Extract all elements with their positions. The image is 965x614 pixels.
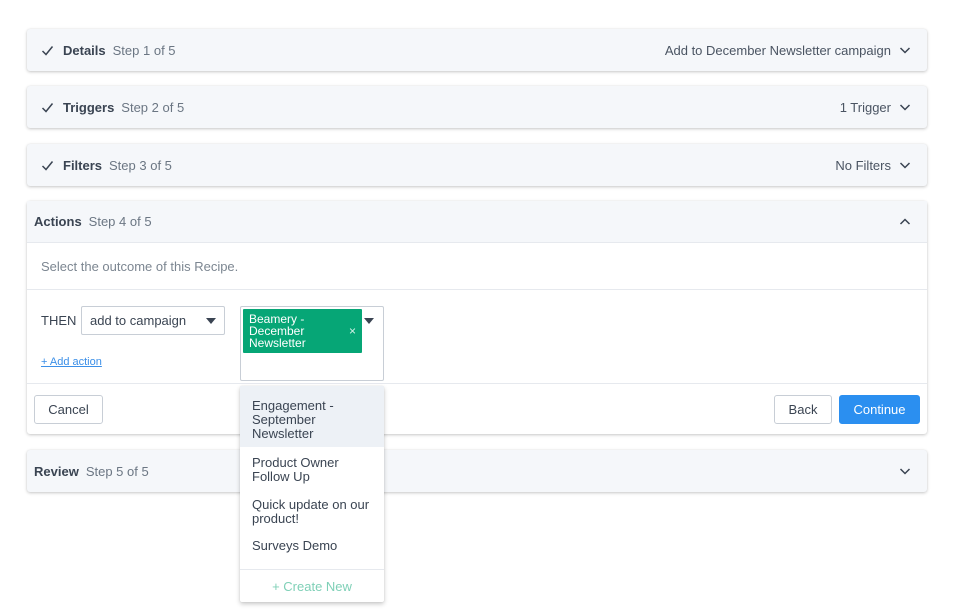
step-summary-text: No Filters (835, 157, 891, 173)
actions-description: Select the outcome of this Recipe. (27, 243, 927, 290)
step-summary-text: Add to December Newsletter campaign (664, 42, 891, 58)
check-icon (41, 44, 54, 57)
chevron-down-icon[interactable] (899, 465, 911, 477)
step-title: Filters (63, 157, 103, 173)
check-icon (41, 101, 54, 114)
step-subtitle: Step 2 of 5 (121, 99, 185, 115)
step-subtitle: Step 4 of 5 (88, 214, 152, 229)
actions-body: THEN add to campaign Beamery - December … (27, 290, 927, 384)
selected-campaign-tag: Beamery - December Newsletter × (243, 309, 362, 353)
then-label: THEN (41, 313, 77, 328)
step-triggers-header[interactable]: Triggers Step 2 of 5 1 Trigger (27, 86, 927, 128)
step-filters-header[interactable]: Filters Step 3 of 5 No Filters (27, 144, 927, 186)
step-subtitle: Step 5 of 5 (85, 463, 149, 479)
step-summary: Add to December Newsletter campaign (665, 43, 911, 58)
dropdown-option[interactable]: Engagement - September Newsletter (240, 386, 384, 447)
step-title: Actions (34, 214, 82, 229)
close-icon[interactable]: × (349, 325, 356, 337)
dropdown-option[interactable]: Surveys Demo (240, 531, 384, 570)
campaign-multiselect[interactable]: Beamery - December Newsletter × (240, 306, 384, 381)
step-subtitle: Step 1 of 5 (112, 42, 176, 58)
action-type-select[interactable]: add to campaign (81, 306, 225, 335)
cancel-button[interactable]: Cancel (34, 395, 103, 424)
step-details-header[interactable]: Details Step 1 of 5 Add to December News… (27, 29, 927, 71)
create-new-option[interactable]: + Create New (240, 569, 384, 602)
continue-button[interactable]: Continue (839, 395, 920, 424)
step-summary (891, 216, 911, 228)
add-action-link[interactable]: + Add action (41, 356, 102, 368)
step-review[interactable]: Review Step 5 of 5 (27, 450, 927, 492)
selected-campaign-label: Beamery - December Newsletter (249, 312, 306, 350)
chevron-up-icon[interactable] (899, 216, 911, 228)
step-summary (891, 465, 911, 477)
campaign-dropdown-list: Engagement - September Newsletter Produc… (240, 386, 384, 602)
step-filters[interactable]: Filters Step 3 of 5 No Filters (27, 144, 927, 186)
step-review-header[interactable]: Review Step 5 of 5 (27, 450, 927, 492)
step-subtitle: Step 3 of 5 (109, 157, 172, 173)
chevron-down-icon[interactable] (899, 101, 911, 113)
step-triggers[interactable]: Triggers Step 2 of 5 1 Trigger (27, 86, 927, 128)
dropdown-option[interactable]: Product Owner Follow Up (240, 447, 384, 489)
action-type-value: add to campaign (90, 313, 187, 328)
back-button[interactable]: Back (774, 395, 832, 424)
dropdown-option[interactable]: Quick update on our product! (240, 489, 384, 531)
step-summary: 1 Trigger (840, 100, 911, 115)
caret-down-icon[interactable] (364, 318, 374, 324)
step-title: Triggers (63, 99, 115, 115)
chevron-down-icon[interactable] (899, 159, 911, 171)
actions-footer: Cancel Back Continue (27, 384, 927, 434)
step-actions-header[interactable]: Actions Step 4 of 5 (27, 201, 927, 243)
check-icon (41, 159, 54, 172)
chevron-down-icon[interactable] (899, 44, 911, 56)
step-title: Details (63, 42, 106, 58)
caret-down-icon (206, 318, 216, 324)
step-summary: No Filters (835, 158, 911, 173)
step-title: Review (34, 463, 79, 479)
step-details[interactable]: Details Step 1 of 5 Add to December News… (27, 29, 927, 71)
step-summary-text: 1 Trigger (839, 99, 891, 115)
step-actions: Actions Step 4 of 5 Select the outcome o… (27, 201, 927, 434)
